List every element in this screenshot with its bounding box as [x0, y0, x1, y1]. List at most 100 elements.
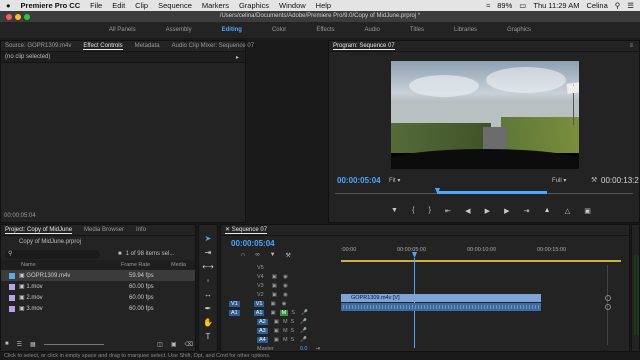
project-search-input[interactable]: ⚲	[5, 249, 100, 259]
clock[interactable]: Thu 11:29 AM	[533, 1, 579, 10]
tab-sequence-07[interactable]: ✕ Sequence 07	[225, 226, 268, 234]
quality-dropdown[interactable]: Full ▾	[552, 177, 566, 184]
solo-button[interactable]: S	[291, 337, 295, 343]
voiceover-icon[interactable]: 🎤	[300, 328, 307, 334]
play-icon[interactable]: ▶	[485, 207, 490, 215]
selection-tool-icon[interactable]: ➤	[202, 233, 214, 245]
master-volume[interactable]: 0.0	[300, 346, 308, 352]
menu-list-icon[interactable]: ☰	[627, 1, 634, 10]
menu-edit[interactable]: Edit	[112, 1, 125, 10]
eye-icon[interactable]: ◉	[283, 283, 288, 289]
track-select-tool-icon[interactable]: ⇥	[202, 247, 214, 259]
minimize-window-button[interactable]	[15, 14, 21, 20]
sync-lock-icon[interactable]: ▣	[272, 274, 277, 280]
eye-icon[interactable]: ◉	[283, 274, 288, 280]
track-a1[interactable]: A1 A1 ▣ M S 🎤	[221, 308, 339, 317]
timeline-ruler[interactable]: :00:00 00:00:05:00 00:00:10:00 00:00:15:…	[341, 245, 621, 259]
workspace-color[interactable]: Color	[257, 22, 301, 38]
voiceover-icon[interactable]: 🎤	[301, 310, 308, 316]
workspace-assembly[interactable]: Assembly	[151, 22, 207, 38]
zoom-slider[interactable]	[43, 341, 104, 345]
new-item-icon[interactable]: ▣	[171, 341, 177, 348]
tab-info[interactable]: Info	[136, 227, 146, 233]
lift-icon[interactable]: ▲	[544, 207, 551, 215]
workspace-all-panels[interactable]: All Panels	[94, 22, 151, 38]
workspace-graphics[interactable]: Graphics	[492, 22, 546, 38]
column-name[interactable]: Name	[21, 262, 121, 268]
mark-out-icon[interactable]: }	[429, 207, 431, 215]
voiceover-icon[interactable]: 🎤	[300, 337, 307, 343]
slip-tool-icon[interactable]: ↔	[202, 289, 214, 301]
column-frame-rate[interactable]: Frame Rate	[121, 262, 171, 268]
wrench-icon[interactable]: ⚒	[286, 252, 291, 259]
go-to-out-icon[interactable]: ⇥	[524, 207, 530, 215]
mute-button[interactable]: M	[279, 309, 289, 316]
mute-button[interactable]: M	[283, 337, 288, 343]
workspace-effects[interactable]: Effects	[301, 22, 349, 38]
menu-markers[interactable]: Markers	[202, 1, 229, 10]
timeline-timecode[interactable]: 00:00:05:04	[231, 239, 275, 248]
sync-lock-icon[interactable]: ▣	[270, 301, 275, 307]
ripple-edit-tool-icon[interactable]: ⟷	[202, 261, 214, 273]
sync-lock-icon[interactable]: ▣	[270, 310, 275, 316]
battery-icon[interactable]: ▭	[519, 1, 526, 10]
workspace-audio[interactable]: Audio	[350, 22, 395, 38]
workspace-libraries[interactable]: Libraries	[439, 22, 492, 38]
program-video-frame[interactable]: •	[391, 61, 579, 169]
track-v1[interactable]: V1 V1 ▣ ◉	[221, 299, 339, 308]
tab-audio-clip-mixer[interactable]: Audio Clip Mixer: Sequence 07	[172, 43, 254, 49]
track-v4[interactable]: V4 ▣ ◉	[221, 272, 339, 281]
scroll-handle[interactable]	[605, 295, 611, 301]
type-tool-icon[interactable]: T	[202, 331, 214, 343]
user-name[interactable]: Celina	[587, 1, 608, 10]
solo-button[interactable]: S	[291, 328, 295, 334]
extract-icon[interactable]: △	[565, 207, 570, 215]
source-patch-a1[interactable]: A1	[229, 309, 240, 316]
sync-lock-icon[interactable]: ▣	[274, 337, 279, 343]
mute-button[interactable]: M	[283, 328, 288, 334]
workspace-titles[interactable]: Titles	[395, 22, 439, 38]
export-frame-icon[interactable]: ▣	[584, 207, 591, 215]
menu-file[interactable]: File	[90, 1, 102, 10]
step-back-icon[interactable]: ◀	[465, 207, 470, 215]
menu-graphics[interactable]: Graphics	[239, 1, 269, 10]
mark-in-icon[interactable]: {	[412, 207, 414, 215]
menu-sequence[interactable]: Sequence	[158, 1, 192, 10]
menu-clip[interactable]: Clip	[135, 1, 148, 10]
solo-button[interactable]: S	[291, 319, 295, 325]
zoom-window-button[interactable]	[24, 14, 30, 20]
track-v2[interactable]: V2 ▣ ◉	[221, 290, 339, 299]
tab-effect-controls[interactable]: Effect Controls	[83, 43, 123, 50]
clear-icon[interactable]: ⌫	[185, 341, 193, 348]
work-area-bar[interactable]	[341, 260, 621, 262]
battery-percent[interactable]: 89%	[497, 1, 512, 10]
tab-source[interactable]: Source: GOPR1309.m4v	[5, 43, 71, 49]
video-clip[interactable]: GOPR1309.m4v [V]	[341, 294, 541, 302]
wrench-icon[interactable]: ⚒	[591, 176, 597, 184]
program-timecode[interactable]: 00:00:05:04	[337, 176, 381, 185]
step-forward-icon[interactable]: ▶	[504, 207, 509, 215]
hand-tool-icon[interactable]: ✋	[202, 317, 214, 329]
panel-menu-icon[interactable]: ≡	[629, 43, 633, 49]
mute-button[interactable]: M	[283, 319, 288, 325]
app-menu[interactable]: Premiere Pro CC	[21, 1, 81, 10]
track-v5[interactable]: V5	[221, 263, 339, 272]
tab-metadata[interactable]: Metadata	[135, 43, 160, 49]
apple-menu-icon[interactable]: ●	[6, 1, 11, 10]
tab-program-sequence[interactable]: Program: Sequence 07	[333, 43, 395, 50]
menu-window[interactable]: Window	[279, 1, 306, 10]
tab-project[interactable]: Project: Copy of MidJune	[5, 227, 73, 234]
sync-lock-icon[interactable]: ▣	[274, 328, 279, 334]
scroll-handle[interactable]	[605, 304, 611, 310]
lock-icon[interactable]: ■	[5, 341, 9, 348]
new-bin-icon[interactable]: ◫	[157, 341, 163, 348]
pen-tool-icon[interactable]: ✒	[202, 303, 214, 315]
add-marker-icon[interactable]: ▼	[391, 207, 398, 215]
linked-selection-icon[interactable]: ∞	[255, 252, 259, 259]
sync-lock-icon[interactable]: ▣	[272, 292, 277, 298]
go-to-end-icon[interactable]: ⇥	[315, 346, 320, 352]
fit-dropdown[interactable]: Fit ▾	[389, 177, 400, 184]
voiceover-icon[interactable]: 🎤	[300, 319, 307, 325]
list-view-icon[interactable]: ☰	[17, 341, 22, 348]
tab-media-browser[interactable]: Media Browser	[84, 227, 124, 233]
